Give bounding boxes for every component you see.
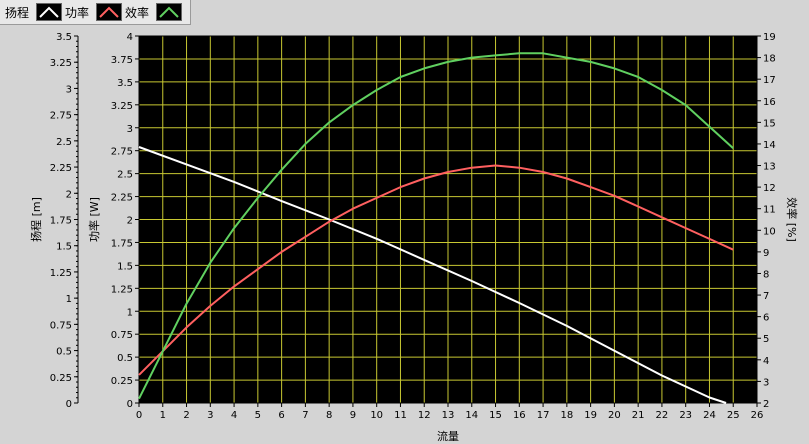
- head-tick-label: 0.75: [50, 320, 72, 331]
- legend-item-green[interactable]: [156, 3, 183, 21]
- x-tick-label: 17: [537, 410, 550, 421]
- efficiency-tick-label: 14: [763, 140, 776, 151]
- head-tick-label: 1.25: [50, 268, 72, 279]
- legend-label-power: 功率: [65, 5, 90, 20]
- efficiency-tick-label: 8: [763, 269, 769, 280]
- x-tick-label: 0: [136, 410, 142, 421]
- swatch-line-power: [39, 6, 59, 18]
- power-tick-label: 1: [127, 307, 133, 318]
- x-tick-label: 18: [560, 410, 573, 421]
- efficiency-tick-label: 13: [763, 162, 776, 173]
- head-tick-label: 2.25: [50, 163, 72, 174]
- x-tick-label: 24: [703, 410, 716, 421]
- x-tick-label: 11: [394, 410, 407, 421]
- x-tick-label: 20: [608, 410, 621, 421]
- head-tick-label: 0.5: [56, 347, 72, 358]
- head-tick-label: 1.5: [56, 242, 72, 253]
- power-tick-label: 4: [127, 32, 133, 43]
- x-tick-label: 1: [160, 410, 166, 421]
- power-tick-label: 3: [127, 124, 133, 135]
- head-tick-label: 2: [66, 189, 72, 200]
- efficiency-tick-label: 6: [763, 313, 769, 324]
- efficiency-tick-label: 9: [763, 248, 769, 259]
- efficiency-tick-label: 10: [763, 226, 776, 237]
- power-tick-label: 2.25: [111, 193, 133, 204]
- power-tick-label: 0.25: [111, 376, 133, 387]
- legend: 扬程 功率 效率: [0, 0, 192, 25]
- legend-swatch-green: [156, 3, 183, 21]
- swatch-line-efficiency: [99, 6, 119, 18]
- head-tick-label: 3.5: [56, 32, 72, 43]
- efficiency-tick-label: 2: [763, 399, 769, 410]
- power-tick-label: 2: [127, 216, 133, 227]
- x-tick-label: 22: [656, 410, 669, 421]
- head-tick-label: 1: [66, 294, 72, 305]
- x-tick-label: 5: [255, 410, 261, 421]
- head-tick-label: 3: [66, 84, 72, 95]
- head-tick-label: 0.25: [50, 373, 72, 384]
- head-tick-label: 1.75: [50, 216, 72, 227]
- head-axis-title: 扬程 [m]: [29, 197, 43, 242]
- power-tick-label: 0.5: [117, 353, 133, 364]
- x-tick-label: 16: [513, 410, 526, 421]
- efficiency-tick-label: 18: [763, 54, 776, 65]
- legend-item-power[interactable]: 功率: [36, 3, 92, 21]
- efficiency-axis-title: 效率 [%]: [785, 197, 799, 242]
- efficiency-tick-label: 16: [763, 97, 776, 108]
- power-tick-label: 1.5: [117, 261, 133, 272]
- power-tick-label: 0.75: [111, 330, 133, 341]
- x-tick-label: 3: [207, 410, 213, 421]
- head-tick-label: 0: [66, 399, 72, 410]
- legend-item-efficiency[interactable]: 效率: [96, 3, 152, 21]
- chart-window: 0 1 2 3 4 5 6 7 8 9 10 11 12 13 14 15 16 17 18 19 20 21 22 23 24…: [0, 0, 809, 444]
- efficiency-tick-label: 15: [763, 118, 776, 129]
- x-tick-label: 25: [727, 410, 740, 421]
- power-tick-label: 3.5: [117, 78, 133, 89]
- head-tick-label: 2.5: [56, 137, 72, 148]
- efficiency-tick-label: 3: [763, 377, 769, 388]
- x-tick-label: 7: [302, 410, 308, 421]
- efficiency-tick-label: 19: [763, 32, 776, 43]
- efficiency-tick-label: 12: [763, 183, 776, 194]
- head-tick-label: 3.25: [50, 58, 72, 69]
- x-tick-label: 12: [418, 410, 431, 421]
- chart-canvas: 0 1 2 3 4 5 6 7 8 9 10 11 12 13 14 15 16 17 18 19 20 21 22 23 24…: [29, 32, 799, 443]
- x-tick-label: 10: [370, 410, 383, 421]
- efficiency-tick-label: 17: [763, 75, 776, 86]
- legend-item-head[interactable]: 扬程: [2, 4, 32, 21]
- swatch-line-green: [159, 6, 179, 18]
- power-tick-label: 3.75: [111, 55, 133, 66]
- x-tick-label: 14: [465, 410, 478, 421]
- x-tick-label: 6: [278, 410, 284, 421]
- x-tick-label: 2: [183, 410, 189, 421]
- power-tick-label: 1.25: [111, 284, 133, 295]
- efficiency-tick-label: 5: [763, 334, 769, 345]
- head-tick-label: 2.75: [50, 111, 72, 122]
- x-tick-label: 4: [231, 410, 237, 421]
- x-tick-label: 9: [350, 410, 356, 421]
- power-tick-label: 1.75: [111, 238, 133, 249]
- power-tick-label: 0: [127, 399, 133, 410]
- efficiency-tick-label: 4: [763, 356, 769, 367]
- x-tick-label: 19: [584, 410, 597, 421]
- x-tick-label: 23: [679, 410, 692, 421]
- legend-label-head: 扬程: [5, 5, 30, 20]
- x-tick-label: 15: [489, 410, 502, 421]
- power-tick-label: 3.25: [111, 101, 133, 112]
- efficiency-tick-label: 11: [763, 205, 776, 216]
- efficiency-tick-label: 7: [763, 291, 769, 302]
- x-axis-title: 流量: [437, 429, 459, 443]
- power-tick-label: 2.75: [111, 147, 133, 158]
- legend-swatch-power: [36, 3, 63, 21]
- x-tick-label: 13: [442, 410, 455, 421]
- power-tick-label: 2.5: [117, 170, 133, 181]
- x-tick-label: 26: [751, 410, 764, 421]
- power-axis-title: 功率 [W]: [87, 197, 101, 242]
- legend-swatch-efficiency: [96, 3, 123, 21]
- legend-label-efficiency: 效率: [125, 5, 150, 20]
- x-tick-label: 8: [326, 410, 332, 421]
- x-tick-label: 21: [632, 410, 645, 421]
